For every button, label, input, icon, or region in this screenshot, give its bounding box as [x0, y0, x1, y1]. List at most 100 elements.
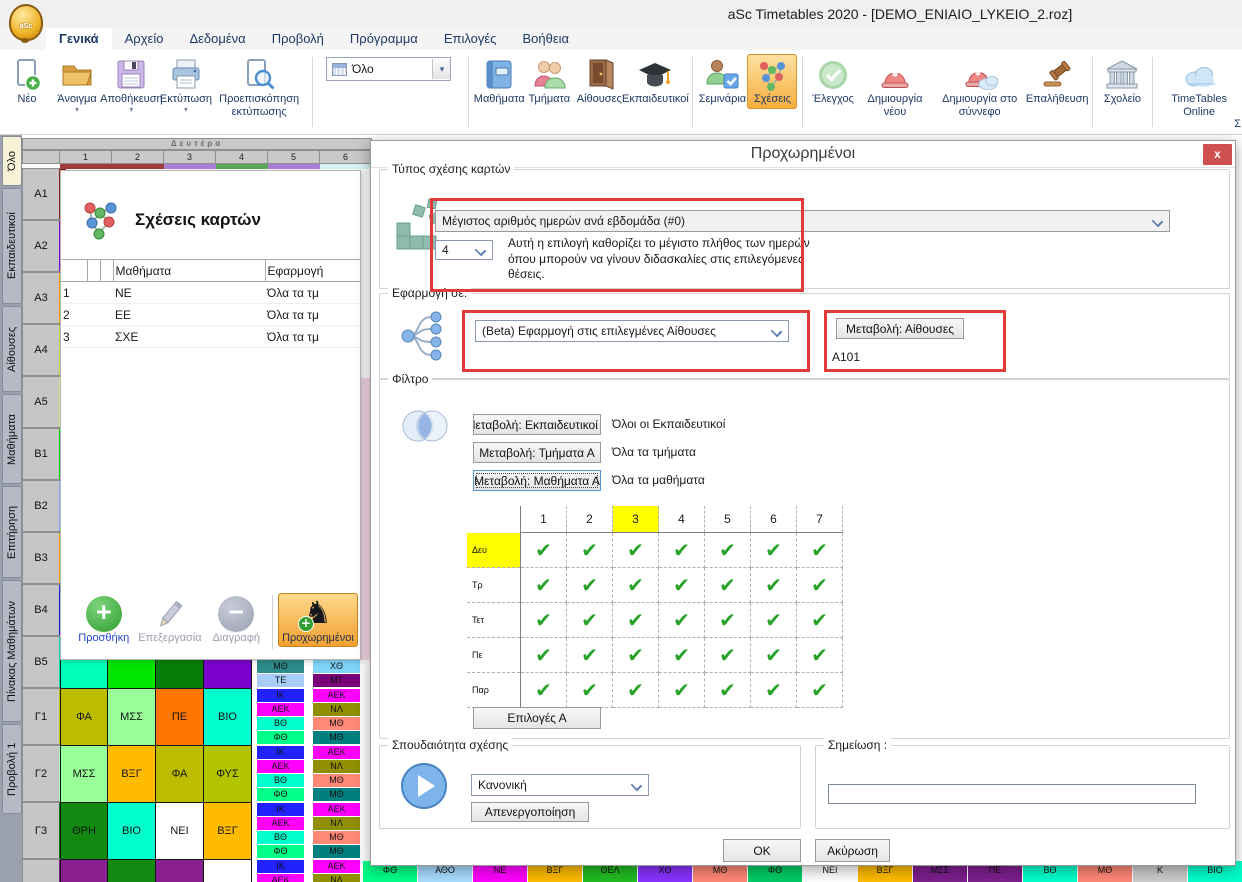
grid-cell-Τρ-7[interactable]: ✔: [797, 568, 843, 603]
sidebar-tab-3[interactable]: Μαθήματα: [2, 394, 22, 484]
period-header-5[interactable]: 5: [268, 150, 320, 164]
grid-cell-Παρ-2[interactable]: ✔: [567, 673, 613, 708]
mini-lesson-card[interactable]: ΑΕΚ: [257, 817, 304, 830]
grid-cell-Δευ-7[interactable]: ✔: [797, 533, 843, 568]
grid-cell-Παρ-3[interactable]: ✔: [613, 673, 659, 708]
row-label-A2[interactable]: A2: [22, 220, 60, 272]
toolbar-item-new-document[interactable]: Νέο: [2, 54, 52, 109]
grid-col-header-4[interactable]: 4: [659, 506, 705, 533]
row-label-A1[interactable]: A1: [22, 168, 60, 220]
grid-cell-Παρ-6[interactable]: ✔: [751, 673, 797, 708]
filter-change-button-0[interactable]: Μεταβολή: Εκπαιδευτικοί Α: [473, 414, 601, 435]
mini-lesson-card[interactable]: ΙΚ: [257, 803, 304, 816]
grid-cell-Τετ-2[interactable]: ✔: [567, 603, 613, 638]
mini-lesson-card[interactable]: ΦΘ: [257, 731, 304, 744]
mini-lesson-card[interactable]: ΙΚ: [257, 746, 304, 759]
mini-lesson-card[interactable]: ΜΘ: [313, 717, 360, 730]
mini-lesson-card[interactable]: ΒΘ: [257, 717, 304, 730]
dropdown-arrow-icon[interactable]: ▾: [129, 107, 133, 113]
grid-row-header-Πε[interactable]: Πε: [467, 638, 521, 673]
row-label-Γ1[interactable]: Γ1: [22, 688, 60, 745]
grid-cell-Πε-6[interactable]: ✔: [751, 638, 797, 673]
lesson-card[interactable]: ΜΣΣ: [156, 859, 204, 882]
mini-lesson-card[interactable]: ΦΘ: [257, 788, 304, 801]
grid-cell-Τρ-1[interactable]: ✔: [521, 568, 567, 603]
dropdown-arrow-icon[interactable]: ▾: [184, 107, 188, 113]
mini-lesson-card[interactable]: ΜΘ: [257, 660, 304, 673]
mini-lesson-card[interactable]: ΑΕΚ: [313, 746, 360, 759]
relation-row[interactable]: 2ΕΕΌλα τα τμ: [61, 304, 360, 326]
menu-item-6[interactable]: Βοήθεια: [509, 28, 582, 50]
dropdown-arrow-icon[interactable]: ▾: [75, 107, 79, 113]
mini-lesson-card[interactable]: ΝΛ: [313, 760, 360, 773]
grid-col-header-7[interactable]: 7: [797, 506, 843, 533]
toolbar-item-classes-people[interactable]: Τμήματα: [524, 54, 574, 109]
importance-dropdown[interactable]: Κανονική: [471, 774, 649, 796]
grid-cell-Πε-7[interactable]: ✔: [797, 638, 843, 673]
change-rooms-button[interactable]: Μεταβολή: Αίθουσες: [836, 318, 964, 339]
row-label-Γ3[interactable]: Γ3: [22, 802, 60, 859]
grid-cell-Τρ-4[interactable]: ✔: [659, 568, 705, 603]
toolbar-item-school-building[interactable]: Σχολείο: [1097, 54, 1147, 109]
lesson-card[interactable]: ΜΣΣ: [108, 688, 156, 745]
mini-lesson-card[interactable]: ΤΕ: [257, 674, 304, 687]
add-plus-button[interactable]: +Προσθήκη: [71, 593, 136, 647]
toolbar-item-open-folder[interactable]: Άνοιγμα▾: [52, 54, 102, 116]
row-label-B4[interactable]: B4: [22, 584, 60, 636]
mini-lesson-card[interactable]: ΜΘ: [313, 788, 360, 801]
lesson-card[interactable]: ΦΑ: [60, 688, 108, 745]
filter-change-button-1[interactable]: Μεταβολή: Τμήματα Α: [473, 442, 601, 463]
lesson-card[interactable]: ΒΙΟ: [108, 802, 156, 859]
grid-cell-Τετ-4[interactable]: ✔: [659, 603, 705, 638]
grid-cell-Πε-3[interactable]: ✔: [613, 638, 659, 673]
row-label-Γ2[interactable]: Γ2: [22, 745, 60, 802]
relations-col-header-1[interactable]: [87, 260, 100, 282]
row-label-B2[interactable]: B2: [22, 480, 60, 532]
row-label-Γ4[interactable]: Γ4: [22, 859, 60, 882]
period-header-3[interactable]: 3: [164, 150, 216, 164]
sidebar-tab-2[interactable]: Αίθουσες: [2, 306, 22, 392]
menu-item-2[interactable]: Δεδομένα: [176, 28, 258, 50]
row-label-A4[interactable]: A4: [22, 324, 60, 376]
mini-lesson-card[interactable]: ΙΚ: [257, 860, 304, 873]
menu-item-3[interactable]: Προβολή: [259, 28, 337, 50]
toolbar-item-cloud[interactable]: TimeTables Online: [1158, 54, 1240, 122]
mini-lesson-card[interactable]: ΝΛ: [313, 817, 360, 830]
edit-pencil-button[interactable]: Επεξεργασία: [136, 593, 203, 647]
toolbar-item-printer[interactable]: Εκτύπωση▾: [161, 54, 211, 116]
mini-lesson-card[interactable]: ΦΘ: [257, 845, 304, 858]
mini-lesson-card[interactable]: ΑΕΚ: [313, 803, 360, 816]
dialog-close-button[interactable]: x: [1203, 144, 1232, 165]
mini-lesson-card[interactable]: ΜΤ: [313, 674, 360, 687]
row-label-A5[interactable]: A5: [22, 376, 60, 428]
grid-cell-Τρ-3[interactable]: ✔: [613, 568, 659, 603]
lesson-card[interactable]: ΦΑ: [156, 745, 204, 802]
grid-cell-Τρ-6[interactable]: ✔: [751, 568, 797, 603]
lesson-card[interactable]: ΒΞΓ: [108, 745, 156, 802]
sidebar-tab-6[interactable]: Προβολή 1: [2, 724, 22, 814]
sidebar-tab-4[interactable]: Επιτήρηση: [2, 486, 22, 578]
disable-button[interactable]: Απενεργοποίηση: [471, 802, 589, 822]
period-header-2[interactable]: 2: [112, 150, 164, 164]
lesson-card[interactable]: ΘΡΗ: [60, 802, 108, 859]
mini-lesson-card[interactable]: ΑΕΚ: [257, 760, 304, 773]
mini-lesson-card[interactable]: ΧΘ: [313, 660, 360, 673]
grid-cell-Τετ-5[interactable]: ✔: [705, 603, 751, 638]
mini-lesson-card[interactable]: ΜΘ: [313, 831, 360, 844]
period-header-6[interactable]: 6: [320, 150, 372, 164]
grid-cell-Δευ-4[interactable]: ✔: [659, 533, 705, 568]
period-header-1[interactable]: 1: [60, 150, 112, 164]
toolbar-item-classroom-door[interactable]: Αίθουσες: [574, 54, 624, 109]
grid-row-header-Τρ[interactable]: Τρ: [467, 568, 521, 603]
menu-item-4[interactable]: Πρόγραμμα: [337, 28, 431, 50]
relations-col-header-3[interactable]: Μαθήματα: [113, 260, 265, 282]
row-label-B3[interactable]: B3: [22, 532, 60, 584]
grid-cell-Παρ-5[interactable]: ✔: [705, 673, 751, 708]
row-label-A3[interactable]: A3: [22, 272, 60, 324]
sidebar-tab-5[interactable]: Πίνακας Μαθημάτων: [2, 580, 22, 722]
grid-cell-Παρ-7[interactable]: ✔: [797, 673, 843, 708]
sidebar-tab-0[interactable]: Όλο: [2, 136, 22, 186]
mini-lesson-card[interactable]: ΑΕΚ: [313, 860, 360, 873]
advanced-knight-button[interactable]: ♞+Προχωρημένοι: [278, 593, 358, 647]
grid-row-header-Τετ[interactable]: Τετ: [467, 603, 521, 638]
